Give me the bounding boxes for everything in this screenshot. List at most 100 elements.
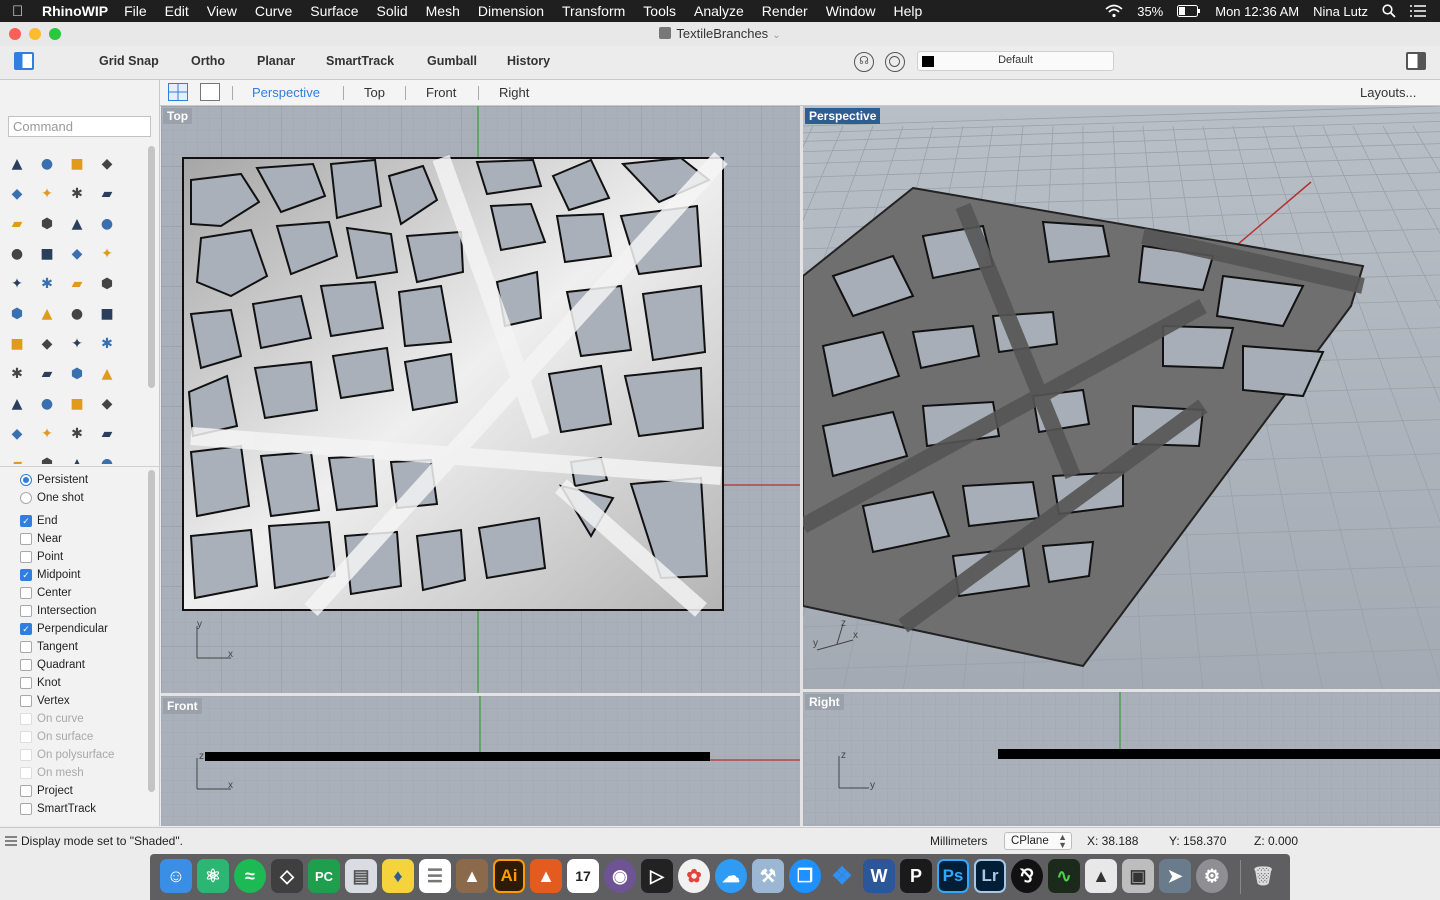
wifi-icon[interactable] xyxy=(1105,4,1123,18)
explode-tool-icon[interactable]: ● xyxy=(66,302,88,324)
atom-icon[interactable]: ⚛ xyxy=(197,859,229,893)
grid-snap-button[interactable]: Grid Snap xyxy=(99,54,159,68)
tab-perspective[interactable]: Perspective xyxy=(252,85,320,100)
units-label[interactable]: Millimeters xyxy=(930,834,987,848)
activity-monitor-icon[interactable]: ∿ xyxy=(1048,859,1080,893)
osnap-intersection-checkbox[interactable]: Intersection xyxy=(20,605,96,617)
render-tool-icon[interactable]: ■ xyxy=(66,392,88,414)
misc-tool-icon[interactable]: ● xyxy=(96,452,118,464)
box-tool-icon[interactable]: ● xyxy=(6,242,28,264)
osnap-persistent-radio[interactable]: Persistent xyxy=(20,474,88,486)
app-menu[interactable]: RhinoWIP xyxy=(42,3,108,19)
osnap-knot-checkbox[interactable]: Knot xyxy=(20,677,61,689)
viewport-splitter-horizontal-left[interactable] xyxy=(161,693,800,696)
sphere-tool-icon[interactable]: ■ xyxy=(36,242,58,264)
tab-right[interactable]: Right xyxy=(499,85,529,100)
evernote-icon[interactable]: ◇ xyxy=(271,859,303,893)
launchpad-icon[interactable]: ➤ xyxy=(1159,859,1191,893)
spotify-icon[interactable]: ≈ xyxy=(234,859,266,893)
rhino-wip-icon[interactable]: ▲ xyxy=(1085,859,1117,893)
rectangle-tool-icon[interactable]: ▰ xyxy=(96,182,118,204)
rhino-icon[interactable]: ▲ xyxy=(456,859,488,893)
split-tool-icon[interactable]: ⬢ xyxy=(96,272,118,294)
tab-top[interactable]: Top xyxy=(364,85,385,100)
ellipse-tool-icon[interactable]: ✦ xyxy=(36,182,58,204)
apple-icon[interactable]:  xyxy=(12,3,42,20)
notes-icon[interactable]: ☰ xyxy=(419,859,451,893)
minimize-window-button[interactable] xyxy=(29,28,41,40)
close-window-button[interactable] xyxy=(9,28,21,40)
osnap-one-shot-radio[interactable]: One shot xyxy=(20,492,84,504)
menu-help[interactable]: Help xyxy=(894,3,923,19)
point-tool-icon[interactable]: ● xyxy=(36,152,58,174)
planar-button[interactable]: Planar xyxy=(257,54,295,68)
menu-file[interactable]: File xyxy=(124,3,147,19)
menu-analyze[interactable]: Analyze xyxy=(694,3,744,19)
messages-icon[interactable]: ☁ xyxy=(715,859,747,893)
menu-render[interactable]: Render xyxy=(762,3,808,19)
matlab-icon[interactable]: ▲ xyxy=(530,859,562,893)
join-tool-icon[interactable]: ▲ xyxy=(36,302,58,324)
viewport-label-front[interactable]: Front xyxy=(163,698,202,714)
menu-mesh[interactable]: Mesh xyxy=(426,3,460,19)
photos-icon[interactable]: ✿ xyxy=(678,859,710,893)
menu-solid[interactable]: Solid xyxy=(377,3,408,19)
calendar-icon[interactable]: 17 xyxy=(567,859,599,893)
osnap-perpendicular-checkbox[interactable]: ✓ Perpendicular xyxy=(20,623,108,635)
processing-icon[interactable]: ⅋ xyxy=(1011,859,1043,893)
menu-view[interactable]: View xyxy=(207,3,237,19)
viewport-label-perspective[interactable]: Perspective xyxy=(805,108,881,124)
pandora-icon[interactable]: P xyxy=(900,859,932,893)
fillet-edge-tool-icon[interactable]: ▰ xyxy=(66,272,88,294)
command-history-icon[interactable] xyxy=(5,836,17,846)
circle-tool-icon[interactable]: ◆ xyxy=(6,182,28,204)
trim-tool-icon[interactable]: ■ xyxy=(96,302,118,324)
viewport-right[interactable]: Right z y xyxy=(803,692,1440,826)
osnap-point-checkbox[interactable]: Point xyxy=(20,551,63,563)
pointer-tool-icon[interactable]: ▲ xyxy=(6,152,28,174)
osnap-tangent-checkbox[interactable]: Tangent xyxy=(20,641,78,653)
edit-tool-icon[interactable]: ✱ xyxy=(96,332,118,354)
menu-transform[interactable]: Transform xyxy=(562,3,625,19)
notification-center-icon[interactable] xyxy=(1410,5,1426,17)
single-viewport-layout-icon[interactable] xyxy=(200,83,220,101)
archive-utility-icon[interactable]: ▣ xyxy=(1122,859,1154,893)
mesh-tool-icon[interactable]: ▲ xyxy=(66,452,88,464)
clock[interactable]: Mon 12:36 AM xyxy=(1215,4,1299,19)
finder-icon[interactable]: ☺ xyxy=(160,859,192,893)
zoom-window-button[interactable] xyxy=(49,28,61,40)
viewport-splitter-vertical[interactable] xyxy=(800,106,803,826)
tab-front[interactable]: Front xyxy=(426,85,456,100)
car-tool-icon[interactable]: ⬢ xyxy=(36,452,58,464)
polyline-tool-icon[interactable]: ■ xyxy=(66,152,88,174)
filter-icon[interactable]: ☊ xyxy=(854,52,874,72)
history-button[interactable]: History xyxy=(507,54,550,68)
osnap-end-checkbox[interactable]: ✓ End xyxy=(20,515,57,527)
check-tool-icon[interactable]: ● xyxy=(36,392,58,414)
osnap-project-checkbox[interactable]: Project xyxy=(20,785,73,797)
dropbox-icon[interactable]: ❖ xyxy=(826,859,858,893)
photoshop-icon[interactable]: Ps xyxy=(937,859,969,893)
fillet-tool-icon[interactable]: ⬢ xyxy=(36,212,58,234)
menu-edit[interactable]: Edit xyxy=(165,3,189,19)
panel-divider[interactable] xyxy=(0,466,160,467)
menu-surface[interactable]: Surface xyxy=(310,3,358,19)
menu-dimension[interactable]: Dimension xyxy=(478,3,544,19)
dimension-tool-icon[interactable]: ▰ xyxy=(36,362,58,384)
trash-icon[interactable]: 🗑 xyxy=(1247,859,1279,893)
offset-tool-icon[interactable]: ✱ xyxy=(36,272,58,294)
gumball-button[interactable]: Gumball xyxy=(427,54,477,68)
ortho-button[interactable]: Ortho xyxy=(191,54,225,68)
safari-icon[interactable]: ❒ xyxy=(789,859,821,893)
extrude-tool-icon[interactable]: ✦ xyxy=(96,242,118,264)
viewport-top[interactable]: Top y x xyxy=(161,106,800,693)
viewport-front[interactable]: Front z x xyxy=(161,696,800,826)
block-tool-icon[interactable]: ✱ xyxy=(6,362,28,384)
viewport-label-top[interactable]: Top xyxy=(163,108,193,124)
battery-icon[interactable] xyxy=(1177,5,1201,17)
material-tool-icon[interactable]: ◆ xyxy=(96,392,118,414)
right-panel-toggle-icon[interactable] xyxy=(1406,52,1426,70)
loft-tool-icon[interactable]: ● xyxy=(96,212,118,234)
osnap-center-checkbox[interactable]: Center xyxy=(20,587,72,599)
scale-tool-icon[interactable]: ◆ xyxy=(36,332,58,354)
